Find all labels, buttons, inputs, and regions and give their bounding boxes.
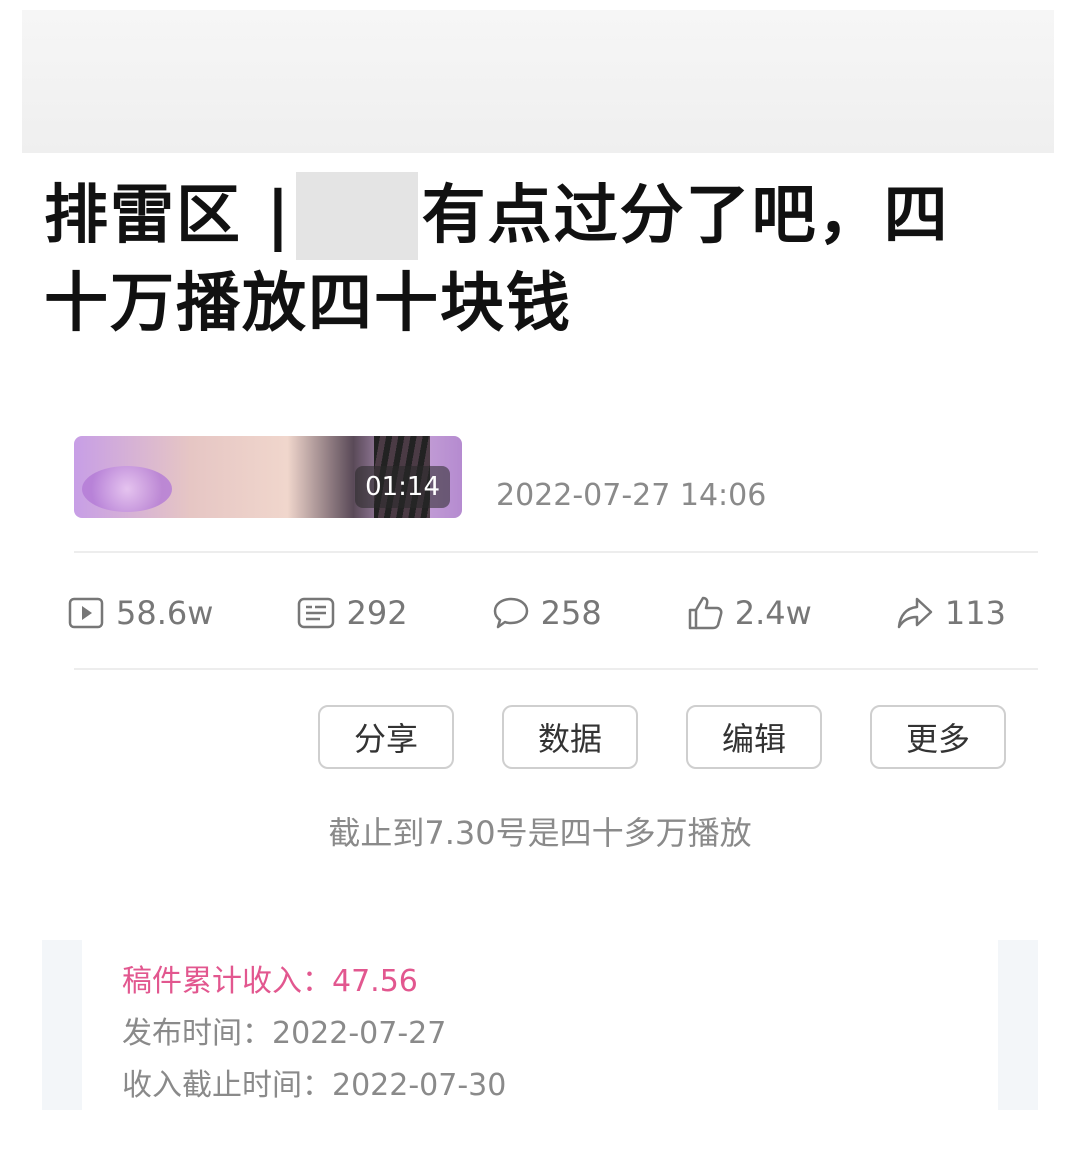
divider [74,668,1038,670]
caption-note: 截止到7.30号是四十多万播放 [328,814,752,852]
card-edge-left [42,940,82,1110]
stat-shares: 113 [895,593,1006,633]
data-button[interactable]: 数据 [502,705,638,769]
total-income: 稿件累计收入：47.56 [122,964,418,999]
comments-count: 258 [540,594,602,632]
more-button[interactable]: 更多 [870,705,1006,769]
stat-danmaku: 292 [296,593,408,633]
blurred-header-area [22,10,1054,153]
share-button[interactable]: 分享 [318,705,454,769]
stat-likes: 2.4w [685,593,812,633]
shares-count: 113 [944,594,1006,632]
publish-datetime: 2022-07-27 14:06 [496,478,767,513]
video-thumbnail[interactable]: 01:14 [74,436,462,518]
play-icon [68,597,104,629]
share-arrow-icon [897,597,933,629]
likes-count: 2.4w [734,594,812,632]
video-duration: 01:14 [355,466,450,508]
title-line-2: 十万播放四十块钱 [44,267,572,341]
publish-date: 发布时间：2022-07-27 [122,1016,447,1051]
danmaku-count: 292 [346,594,408,632]
stat-plays: 58.6w [66,593,213,633]
thumbnail-decoration [82,466,172,512]
comment-icon [493,597,528,629]
post-title: 排雷区 | 有点过分了吧，四 十万播放四十块钱 [44,172,1004,348]
income-card: 稿件累计收入：47.56 发布时间：2022-07-27 收入截止时间：2022… [42,940,1038,1110]
stats-row: 58.6w 292 258 2.4w 113 [66,586,1006,640]
edit-button[interactable]: 编辑 [686,705,822,769]
title-prefix: 排雷区 | [44,179,292,253]
redacted-name [295,172,418,260]
plays-count: 58.6w [116,594,214,632]
card-edge-right [998,940,1038,1110]
income-cutoff-date: 收入截止时间：2022-07-30 [122,1068,507,1103]
title-suffix: 有点过分了吧，四 [421,179,950,253]
thumbs-up-icon [688,596,723,630]
divider [74,551,1038,553]
danmaku-icon [298,597,335,629]
stat-comments: 258 [491,593,602,633]
action-buttons: 分享 数据 编辑 更多 [318,705,1006,771]
